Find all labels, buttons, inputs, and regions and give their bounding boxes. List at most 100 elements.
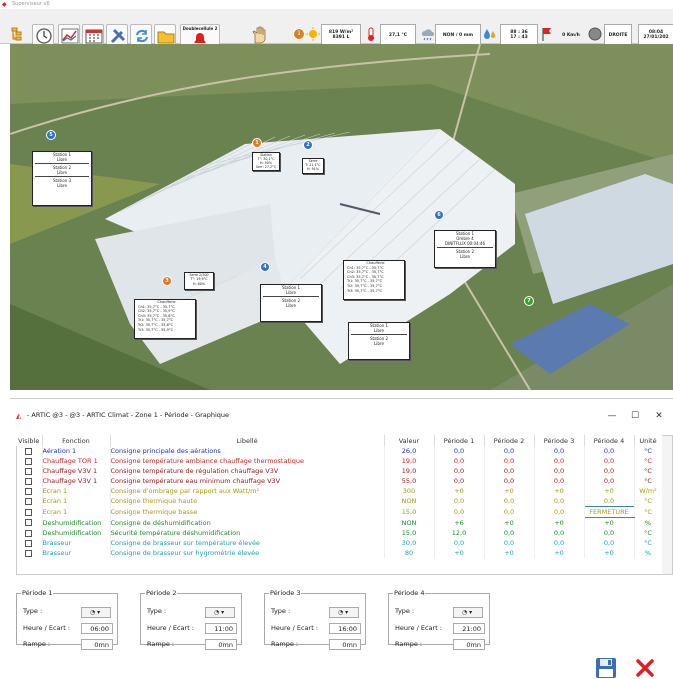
zone-2-info-box[interactable]: Serre T: 21,1°C H: 91% <box>302 158 324 174</box>
period-1-cell[interactable]: 0,0 <box>434 476 485 486</box>
period-4-type-select[interactable]: ◔ ▾ <box>453 607 483 618</box>
period-1-type-select[interactable]: ◔ ▾ <box>81 607 111 618</box>
zone-6-info-box[interactable]: Station 1 Ombre 4 DINITFLUX 00:04:46 Sta… <box>434 230 496 268</box>
alarm-button[interactable]: Doublecellule 2 <box>180 24 220 46</box>
tree-button[interactable] <box>8 24 26 46</box>
visible-checkbox-cell[interactable] <box>16 528 43 538</box>
period-1-cell[interactable]: +6 <box>434 517 485 528</box>
period-1-rampe-input[interactable]: 0mn <box>81 639 113 650</box>
zone-8-info-box[interactable]: Station 1 Libre Station 2 Libre <box>348 322 410 360</box>
period-1-heure-input[interactable]: 06:00 <box>81 623 113 634</box>
period-2-type-select[interactable]: ◔ ▾ <box>205 607 235 618</box>
column-header[interactable]: Fonction <box>42 435 111 446</box>
period-3-cell[interactable]: +0 <box>534 517 585 528</box>
table-row[interactable]: Chauffage V3V 1 Consigne température eau … <box>16 476 663 486</box>
period-1-cell[interactable]: 0,0 <box>434 446 485 456</box>
column-header[interactable]: Visible <box>16 435 43 446</box>
settings-button[interactable] <box>106 24 128 46</box>
folder-button[interactable] <box>154 24 176 46</box>
period-3-heure-input[interactable]: 16:00 <box>329 623 361 634</box>
period-2-cell[interactable]: 0,0 <box>484 506 535 518</box>
visible-checkbox-cell[interactable] <box>16 538 43 548</box>
period-3-cell[interactable]: +0 <box>534 486 585 496</box>
valeur-cell[interactable]: NON <box>384 517 435 528</box>
visible-checkbox[interactable] <box>25 529 33 537</box>
zone-3-info-box[interactable]: Serre 2/300 T°: 19,9°C H: 80% <box>184 272 214 290</box>
zone-4-info-box[interactable]: Station 1 Libre Station 2 Libre <box>260 284 322 322</box>
period-2-cell[interactable]: +0 <box>484 486 535 496</box>
table-row[interactable]: Aération 1 Consigne principale des aérati… <box>16 446 663 456</box>
period-2-rampe-input[interactable]: 0mn <box>205 639 237 650</box>
column-header[interactable]: Période 2 <box>484 435 535 446</box>
column-header[interactable]: Unité <box>634 435 663 446</box>
period-1-cell[interactable]: +0 <box>434 486 485 496</box>
period-1-cell[interactable]: 12,0 <box>434 528 485 538</box>
valeur-cell[interactable]: 30,0 <box>384 538 435 548</box>
grid-scrollbar[interactable] <box>662 436 672 574</box>
hand-button[interactable] <box>248 24 270 46</box>
column-header[interactable]: Période 4 <box>584 435 635 446</box>
visible-checkbox-cell[interactable] <box>16 456 43 466</box>
visible-checkbox-cell[interactable] <box>16 506 43 518</box>
period-1-cell[interactable]: 0,0 <box>434 466 485 476</box>
period-2-cell[interactable]: 0,0 <box>484 446 535 456</box>
table-row[interactable]: Ecran 1 Consigne thermique basse 15,0 0,0 0,… <box>16 506 663 518</box>
valeur-cell[interactable]: 15,0 <box>384 528 435 538</box>
site-map[interactable]: 5 1 2 6 4 3 7 Station 1 Libre Station 2 … <box>10 44 673 390</box>
table-row[interactable]: Chauffage V3V 1 Consigne température de r… <box>16 466 663 476</box>
period-3-rampe-input[interactable]: 0mn <box>329 639 361 650</box>
refresh-button[interactable] <box>130 24 152 46</box>
period-2-cell[interactable]: 0,0 <box>484 476 535 486</box>
history-button[interactable] <box>32 24 54 46</box>
period-2-cell[interactable]: 0,0 <box>484 538 535 548</box>
period-4-heure-input[interactable]: 21:00 <box>453 623 485 634</box>
period-1-cell[interactable]: +0 <box>434 548 485 558</box>
period-2-cell[interactable]: +0 <box>484 517 535 528</box>
period-2-cell[interactable]: 0,0 <box>484 466 535 476</box>
valeur-cell[interactable]: 80 <box>384 548 435 558</box>
period-2-heure-input[interactable]: 11:00 <box>205 623 237 634</box>
visible-checkbox-cell[interactable] <box>16 446 43 456</box>
visible-checkbox[interactable] <box>25 539 33 547</box>
visible-checkbox[interactable] <box>25 457 33 465</box>
period-1-cell[interactable]: 0,0 <box>434 538 485 548</box>
period-4-cell[interactable]: 0,0 <box>584 528 635 538</box>
visible-checkbox[interactable] <box>25 447 33 455</box>
period-4-cell[interactable]: 0,0 <box>584 466 635 476</box>
table-row[interactable]: Brasseur Consigne de brasseur sur tempéra… <box>16 538 663 548</box>
table-row[interactable]: Ecran 1 Consigne d'ombrage par rapport au… <box>16 486 663 496</box>
period-4-cell[interactable]: 0,0 <box>584 446 635 456</box>
period-1-cell[interactable]: 0,0 <box>434 456 485 466</box>
period-3-cell[interactable]: 0,0 <box>534 476 585 486</box>
zone-pin-3[interactable]: 3 <box>162 276 172 286</box>
visible-checkbox-cell[interactable] <box>16 496 43 507</box>
valeur-cell[interactable]: 19,0 <box>384 456 435 466</box>
chaufferie-info-box-2[interactable]: Chaufferie Ch1: 35,7°C - 35,7°C Ch2: 35,… <box>134 299 196 339</box>
zone-pin-5[interactable]: 5 <box>46 130 56 140</box>
period-4-cell[interactable]: 0,0 <box>584 476 635 486</box>
table-row[interactable]: Deshumidification Sécurité température dé… <box>16 528 663 538</box>
valeur-cell[interactable]: NON <box>384 496 435 507</box>
visible-checkbox-cell[interactable] <box>16 486 43 496</box>
visible-checkbox[interactable] <box>25 508 33 516</box>
period-3-cell[interactable]: 0,0 <box>534 538 585 548</box>
minimize-button[interactable]: — <box>604 408 620 424</box>
period-4-cell[interactable]: FERMETURE <box>583 506 635 518</box>
close-window-button[interactable]: ✕ <box>651 408 667 424</box>
period-4-cell[interactable]: 0,0 <box>584 456 635 466</box>
calendar-button[interactable] <box>82 24 104 46</box>
period-2-cell[interactable]: 0,0 <box>484 528 535 538</box>
table-row[interactable]: Ecran 1 Consigne thermique haute NON 0,0 0,0… <box>16 496 663 507</box>
column-header[interactable]: Valeur <box>384 435 435 446</box>
column-header[interactable]: Période 1 <box>434 435 485 446</box>
table-row[interactable]: Deshumidification Consigne de déshumidifi… <box>16 517 663 528</box>
valeur-cell[interactable]: 15,0 <box>384 506 435 518</box>
visible-checkbox[interactable] <box>25 487 33 495</box>
table-row[interactable]: Chauffage TOR 1 Consigne température ambi… <box>16 456 663 466</box>
valeur-cell[interactable]: 300 <box>384 486 435 496</box>
maximize-button[interactable]: ☐ <box>627 408 643 424</box>
visible-checkbox[interactable] <box>25 497 33 505</box>
period-4-cell[interactable]: +0 <box>584 517 635 528</box>
cancel-button[interactable] <box>634 657 656 679</box>
visible-checkbox-cell[interactable] <box>16 476 43 486</box>
